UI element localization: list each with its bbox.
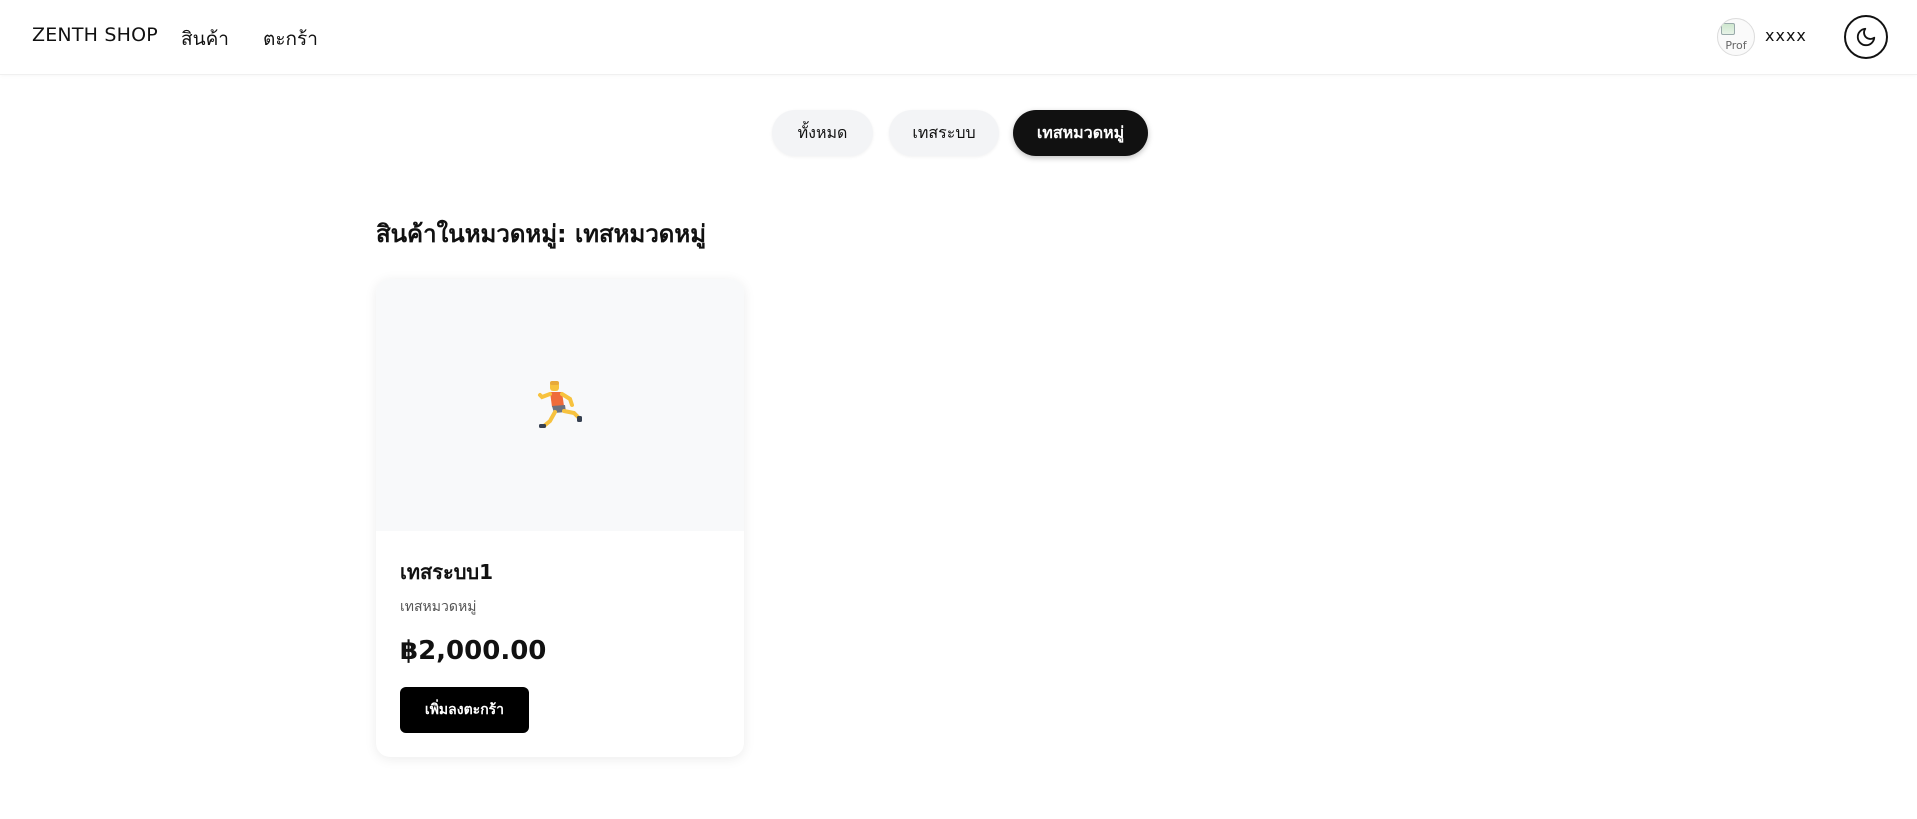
username[interactable]: xxxx (1765, 26, 1807, 45)
moon-icon (1856, 27, 1876, 47)
product-name[interactable]: เทสระบบ1 (400, 556, 493, 588)
top-navbar: ZENTH SHOP สินค้า ตะกร้า Prof xxxx (0, 0, 1917, 75)
tab-all[interactable]: ทั้งหมด (772, 110, 873, 156)
tab-system-test[interactable]: เทสระบบ (889, 110, 999, 156)
product-card[interactable]: เทสระบบ1 เทสหมวดหมู่ ฿2,000.00 เพิ่มลงตะ… (376, 279, 744, 757)
avatar-alt-text: Prof (1725, 39, 1747, 52)
section-title: สินค้าในหมวดหมู่: เทสหมวดหมู่ (376, 220, 707, 248)
brand-logo[interactable]: ZENTH SHOP (32, 24, 158, 46)
running-person-icon (538, 381, 582, 428)
tab-category-test[interactable]: เทสหมวดหมู่ (1013, 110, 1148, 156)
nav-link-products[interactable]: สินค้า (181, 24, 229, 54)
broken-image-icon (1721, 23, 1735, 35)
avatar[interactable]: Prof (1717, 18, 1755, 56)
add-to-cart-button[interactable]: เพิ่มลงตะกร้า (400, 687, 529, 733)
product-price: ฿2,000.00 (400, 636, 547, 666)
product-category: เทสหมวดหมู่ (400, 599, 477, 615)
nav-link-cart[interactable]: ตะกร้า (263, 24, 318, 54)
product-image (376, 279, 744, 531)
theme-toggle-button[interactable] (1844, 15, 1888, 59)
